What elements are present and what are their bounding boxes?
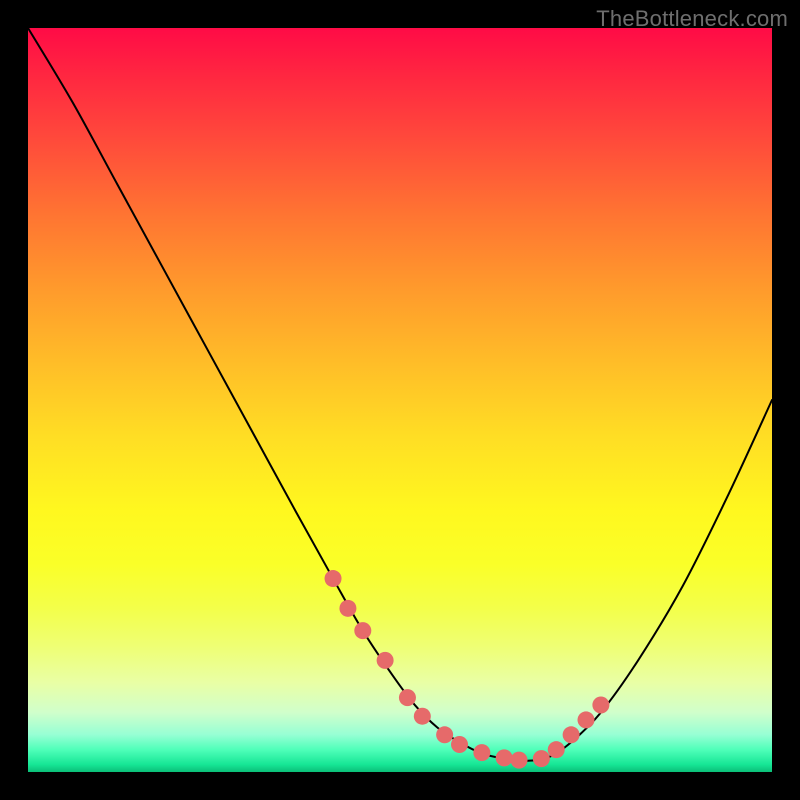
highlight-dot	[377, 652, 394, 669]
highlight-dot	[436, 726, 453, 743]
highlight-dot	[563, 726, 580, 743]
highlight-dot	[592, 697, 609, 714]
highlight-dot	[414, 708, 431, 725]
highlight-dot	[473, 744, 490, 761]
highlight-dots-group	[325, 570, 610, 769]
chart-container: TheBottleneck.com	[0, 0, 800, 800]
bottleneck-curve	[28, 28, 772, 761]
highlight-dot	[354, 622, 371, 639]
highlight-dot	[511, 752, 528, 769]
plot-area	[28, 28, 772, 772]
highlight-dot	[548, 741, 565, 758]
highlight-dot	[325, 570, 342, 587]
watermark-text: TheBottleneck.com	[596, 6, 788, 32]
highlight-dot	[496, 749, 513, 766]
highlight-dot	[339, 600, 356, 617]
highlight-dot	[578, 711, 595, 728]
highlight-dot	[399, 689, 416, 706]
highlight-dot	[451, 736, 468, 753]
chart-svg	[28, 28, 772, 772]
highlight-dot	[533, 750, 550, 767]
